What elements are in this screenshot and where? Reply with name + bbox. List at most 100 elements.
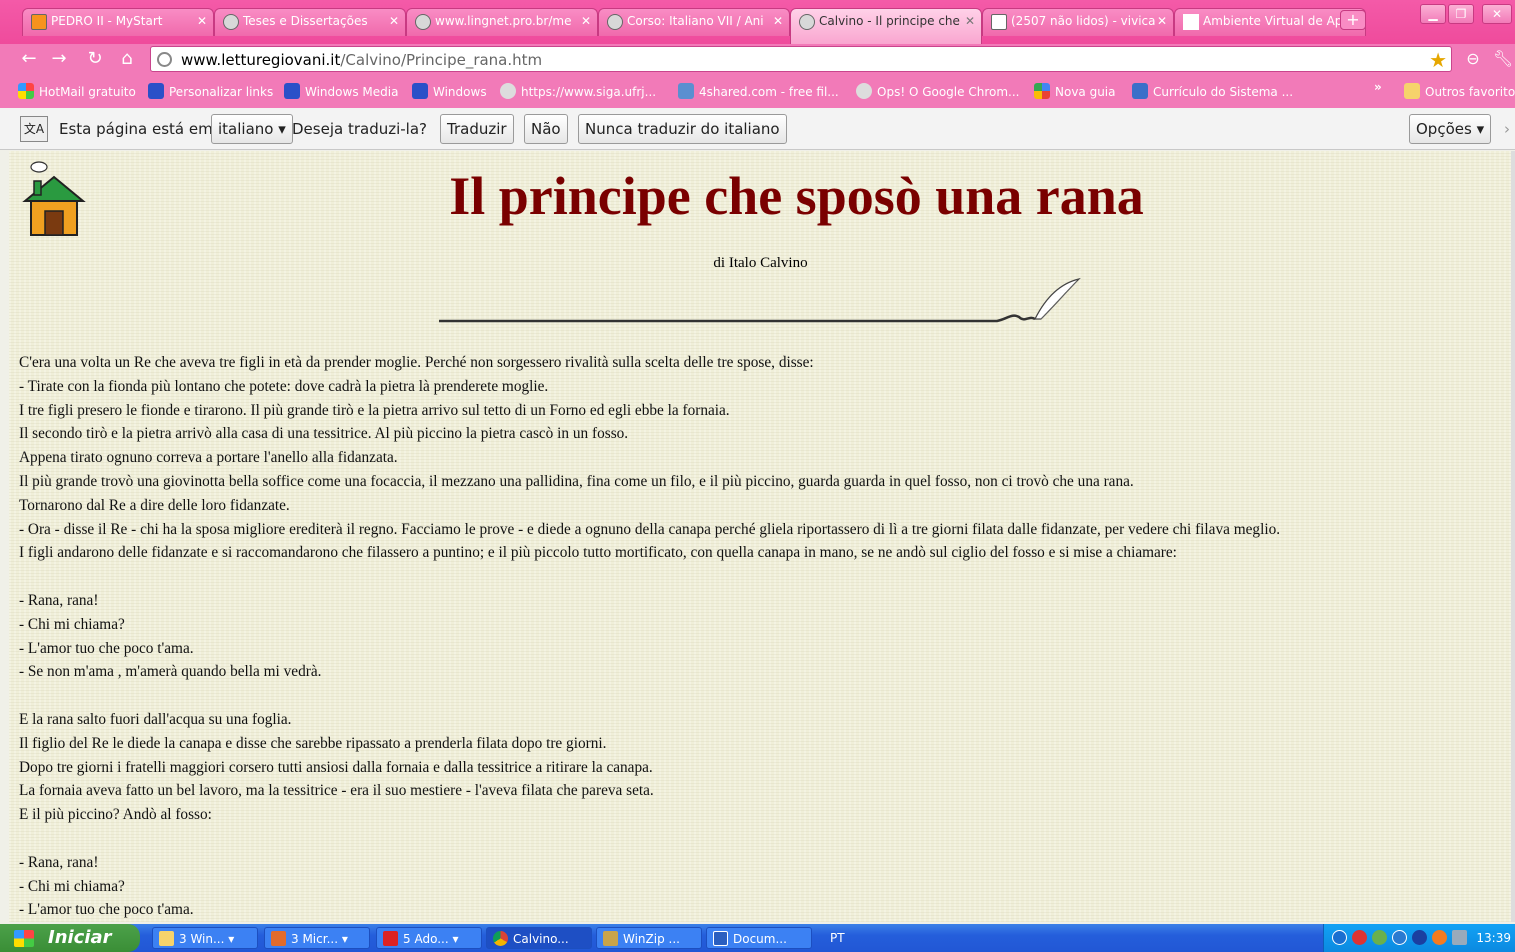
start-button[interactable]: Iniciar: [0, 924, 140, 952]
bookmark-label: https://www.siga.ufrj...: [521, 85, 657, 99]
bookmark-4shared[interactable]: 4shared.com - free fil...: [678, 83, 839, 99]
close-window-button[interactable]: ✕: [1482, 4, 1512, 24]
story-line: Il secondo tirò e la pietra arrivò alla …: [19, 425, 629, 443]
task-label: Docum...: [733, 932, 787, 946]
home-icon[interactable]: ⌂: [116, 48, 138, 70]
tab-label: Corso: Italiano VII / Ani: [627, 14, 764, 28]
page-icon: [1183, 14, 1199, 30]
task-calvino[interactable]: Calvino...: [486, 927, 592, 949]
tab-calvino[interactable]: Calvino - Il principe che ✕: [790, 8, 982, 44]
translate-bar: 文A Esta página está em italiano ▾ Deseja…: [0, 108, 1515, 150]
story-line: Tornarono dal Re a dire delle loro fidan…: [19, 496, 290, 514]
story-line: - L'amor tuo che poco t'ama.: [19, 901, 194, 919]
system-tray: 13:39: [1323, 924, 1515, 952]
task-adobe[interactable]: 5 Ado... ▾: [376, 927, 482, 949]
bookmark-label: Personalizar links: [169, 85, 274, 99]
bookmark-nova-guia[interactable]: Nova guia: [1034, 83, 1116, 99]
close-tab-icon[interactable]: ✕: [965, 14, 975, 28]
address-bar[interactable]: www.letturegiovani.it/Calvino/Principe_r…: [150, 46, 1452, 72]
chrome-icon: [493, 931, 508, 946]
url-domain: www.letturegiovani.it: [181, 51, 341, 69]
reload-icon[interactable]: ↻: [84, 48, 106, 70]
bookmark-label: Ops! O Google Chrom...: [877, 85, 1020, 99]
bookmarks-overflow-button[interactable]: »: [1374, 80, 1382, 94]
document-icon: [1132, 83, 1148, 99]
close-tab-icon[interactable]: ✕: [389, 14, 399, 28]
close-translate-icon[interactable]: ›: [1504, 120, 1510, 138]
tray-network-icon[interactable]: [1372, 930, 1387, 945]
minimize-button[interactable]: ▁: [1420, 4, 1446, 24]
bookmark-ops-google[interactable]: Ops! O Google Chrom...: [856, 83, 1019, 99]
translate-prefix: Esta página está em: [59, 120, 213, 138]
task-document[interactable]: Docum...: [706, 927, 812, 949]
language-select[interactable]: italiano ▾: [211, 114, 293, 144]
tab-pedro-ii[interactable]: PEDRO II - MyStart ✕: [22, 8, 214, 36]
tab-teses[interactable]: Teses e Dissertações ✕: [214, 8, 406, 36]
close-tab-icon[interactable]: ✕: [773, 14, 783, 28]
bookmark-personalizar[interactable]: Personalizar links: [148, 83, 273, 99]
bookmark-windows[interactable]: Windows: [412, 83, 487, 99]
story-line: Dopo tre giorni i fratelli maggiori cors…: [19, 758, 653, 776]
never-translate-button[interactable]: Nunca traduzir do italiano: [578, 114, 787, 144]
bookmark-label: Windows: [433, 85, 487, 99]
translate-question: Deseja traduzi-la?: [292, 120, 427, 138]
bookmark-hotmail[interactable]: HotMail gratuito: [18, 83, 136, 99]
bookmark-label: 4shared.com - free fil...: [699, 85, 839, 99]
tab-strip: PEDRO II - MyStart ✕ Teses e Dissertaçõe…: [0, 0, 1515, 44]
bookmark-siga[interactable]: https://www.siga.ufrj...: [500, 83, 656, 99]
task-label: WinZip ...: [623, 932, 680, 946]
maximize-button[interactable]: ❐: [1448, 4, 1474, 24]
chevron-down-icon: ▾: [278, 120, 286, 138]
browser-window: PEDRO II - MyStart ✕ Teses e Dissertaçõe…: [0, 0, 1515, 924]
tray-bluetooth-icon[interactable]: [1412, 930, 1427, 945]
story-line: Il figlio del Re le diede la canapa e di…: [19, 734, 607, 752]
story-line: - Chi mi chiama?: [19, 615, 125, 633]
story-line: - Rana, rana!: [19, 853, 99, 871]
bookmark-star-icon[interactable]: ★: [1429, 48, 1447, 72]
tray-app-icon[interactable]: [1392, 930, 1407, 945]
wrench-icon[interactable]: 🔧︎: [1492, 48, 1514, 70]
task-winzip[interactable]: WinZip ...: [596, 927, 702, 949]
tray-arrow-icon[interactable]: [1332, 930, 1347, 945]
tab-ambiente[interactable]: Ambiente Virtual de Apr ✕: [1174, 8, 1366, 36]
clock: 13:39: [1476, 931, 1511, 945]
new-tab-button[interactable]: +: [1340, 10, 1366, 30]
options-button[interactable]: Opções ▾: [1409, 114, 1492, 144]
story-line: - L'amor tuo che poco t'ama.: [19, 639, 194, 657]
tab-email[interactable]: (2507 não lidos) - vivica ✕: [982, 8, 1174, 36]
story-line: - Se non m'ama , m'amerà quando bella mi…: [19, 663, 322, 681]
page-info-icon[interactable]: [157, 52, 172, 67]
close-tab-icon[interactable]: ✕: [197, 14, 207, 28]
tray-monitor-icon[interactable]: [1452, 930, 1467, 945]
msn-icon: [284, 83, 300, 99]
tab-corso[interactable]: Corso: Italiano VII / Ani ✕: [598, 8, 790, 36]
no-button[interactable]: Não: [524, 114, 568, 144]
translate-button[interactable]: Traduzir: [440, 114, 514, 144]
story-line: E il più piccino? Andò al fosso:: [19, 806, 212, 824]
task-microsoft[interactable]: 3 Micr... ▾: [264, 927, 370, 949]
extension-icon[interactable]: ⊖: [1462, 48, 1484, 70]
language-indicator[interactable]: PT: [830, 931, 845, 945]
back-icon[interactable]: ←: [18, 48, 40, 70]
close-tab-icon[interactable]: ✕: [1157, 14, 1167, 28]
bookmark-label: Outros favoritos: [1425, 85, 1515, 99]
forward-icon[interactable]: →: [48, 48, 70, 70]
tray-security-icon[interactable]: [1352, 930, 1367, 945]
close-tab-icon[interactable]: ✕: [581, 14, 591, 28]
bookmark-outros[interactable]: Outros favoritos: [1404, 83, 1515, 99]
tray-update-icon[interactable]: [1432, 930, 1447, 945]
story-line: - Rana, rana!: [19, 591, 99, 609]
scrollbar[interactable]: [1511, 151, 1515, 922]
office-icon: [271, 931, 286, 946]
story-line: Appena tirato ognuno correva a portare l…: [19, 449, 398, 467]
bookmark-windows-media[interactable]: Windows Media: [284, 83, 398, 99]
bookmark-curriculo[interactable]: Currículo do Sistema ...: [1132, 83, 1293, 99]
tab-lingnet[interactable]: www.lingnet.pro.br/me ✕: [406, 8, 598, 36]
task-label: 3 Micr...: [291, 932, 339, 946]
task-windows-explorer[interactable]: 3 Win... ▾: [152, 927, 258, 949]
globe-icon: [856, 83, 872, 99]
globe-icon: [799, 14, 815, 30]
toolbar: ← → ↻ ⌂ www.letturegiovani.it/Calvino/Pr…: [0, 44, 1515, 74]
globe-icon: [500, 83, 516, 99]
